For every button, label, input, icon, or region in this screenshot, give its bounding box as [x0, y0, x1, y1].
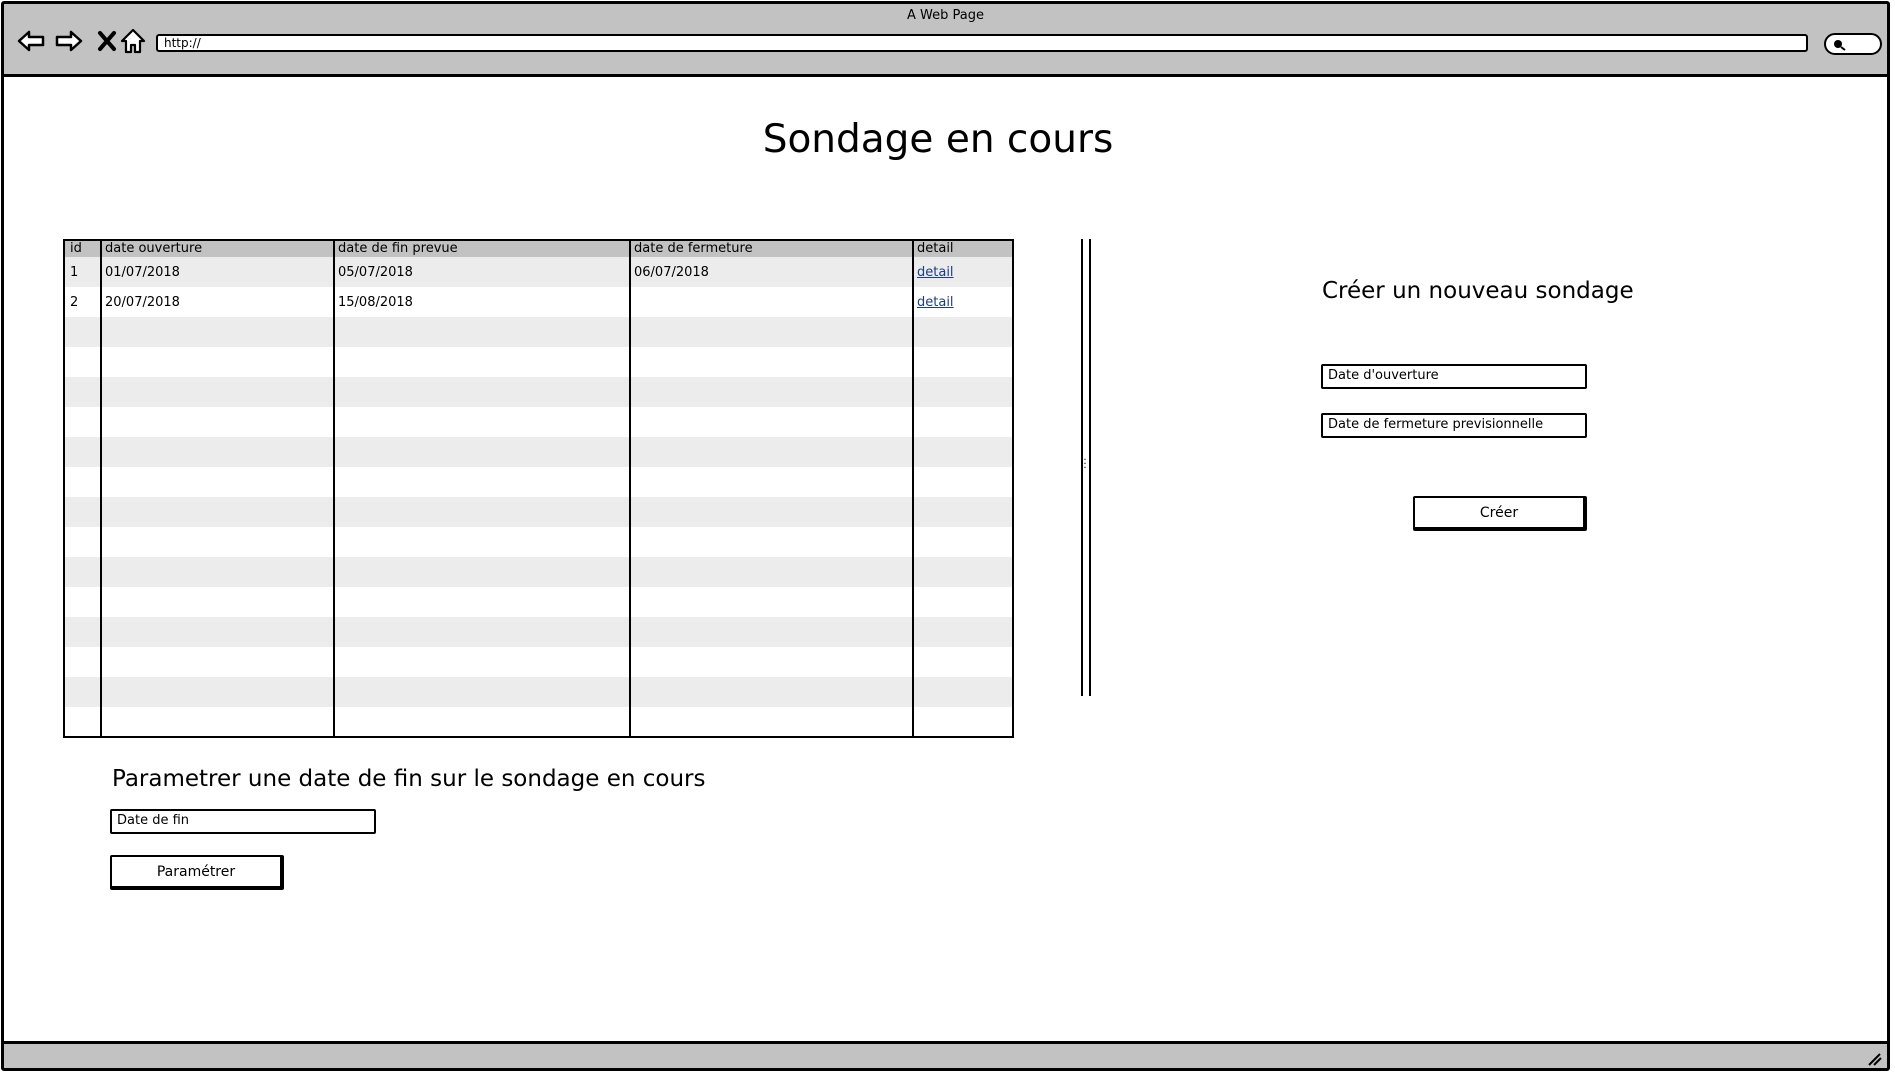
- column-divider: [629, 241, 631, 736]
- table-row: [65, 437, 1012, 467]
- column-divider: [912, 241, 914, 736]
- table-row[interactable]: [65, 287, 1012, 317]
- table-row: [65, 587, 1012, 617]
- browser-toolbar: A Web Page http://: [4, 4, 1887, 77]
- table-row: [65, 647, 1012, 677]
- cell-date-ouverture: 01/07/2018: [105, 265, 180, 280]
- cell-date-fermeture: 06/07/2018: [634, 265, 709, 280]
- column-header-date-fin-prevue[interactable]: date de fin prevue: [338, 241, 458, 257]
- cell-date-fin-prevue: 05/07/2018: [338, 265, 413, 280]
- back-icon[interactable]: [16, 26, 46, 56]
- status-bar: [4, 1041, 1887, 1068]
- creer-button[interactable]: Créer: [1413, 496, 1587, 531]
- column-header-date-fermeture[interactable]: date de fermeture: [634, 241, 753, 257]
- set-end-date-heading: Parametrer une date de fin sur le sondag…: [112, 766, 706, 792]
- table-header: [65, 241, 1012, 257]
- table-row: [65, 407, 1012, 437]
- forward-icon[interactable]: [54, 26, 84, 56]
- table-row: [65, 527, 1012, 557]
- cell-date-ouverture: 20/07/2018: [105, 295, 180, 310]
- table-row: [65, 377, 1012, 407]
- table-row: [65, 707, 1012, 736]
- create-poll-heading: Créer un nouveau sondage: [1322, 278, 1634, 304]
- detail-link[interactable]: detail: [917, 265, 954, 280]
- resize-grip-icon[interactable]: [1867, 1052, 1883, 1066]
- page-title: Sondage en cours: [762, 117, 1114, 162]
- column-header-detail[interactable]: detail: [917, 241, 954, 257]
- window-title: A Web Page: [907, 8, 984, 23]
- parametrer-button[interactable]: Paramétrer: [110, 855, 284, 890]
- table-row: [65, 497, 1012, 527]
- column-divider: [100, 241, 102, 736]
- table-row: [65, 467, 1012, 497]
- polls-table: id date ouverture date de fin prevue dat…: [63, 239, 1014, 738]
- cell-id: 1: [70, 265, 79, 280]
- table-row: [65, 677, 1012, 707]
- splitter-grip-icon[interactable]: · · ·: [1082, 456, 1088, 474]
- cell-date-fin-prevue: 15/08/2018: [338, 295, 413, 310]
- table-row: [65, 347, 1012, 377]
- cell-id: 2: [70, 295, 79, 310]
- url-input[interactable]: http://: [156, 34, 1808, 52]
- column-header-date-ouverture[interactable]: date ouverture: [105, 241, 202, 257]
- browser-window: A Web Page http:// Sondage en cours id d…: [1, 1, 1890, 1071]
- closing-date-input[interactable]: Date de fermeture previsionnelle: [1321, 413, 1587, 438]
- column-header-id[interactable]: id: [70, 241, 82, 257]
- search-icon: [1834, 40, 1846, 51]
- table-row: [65, 617, 1012, 647]
- detail-link[interactable]: detail: [917, 295, 954, 310]
- opening-date-input[interactable]: Date d'ouverture: [1321, 364, 1587, 389]
- home-icon[interactable]: [118, 26, 148, 56]
- table-row: [65, 557, 1012, 587]
- table-row: [65, 317, 1012, 347]
- end-date-input[interactable]: Date de fin: [110, 809, 376, 834]
- table-row[interactable]: [65, 257, 1012, 287]
- column-divider: [333, 241, 335, 736]
- browser-search-field[interactable]: [1824, 33, 1882, 55]
